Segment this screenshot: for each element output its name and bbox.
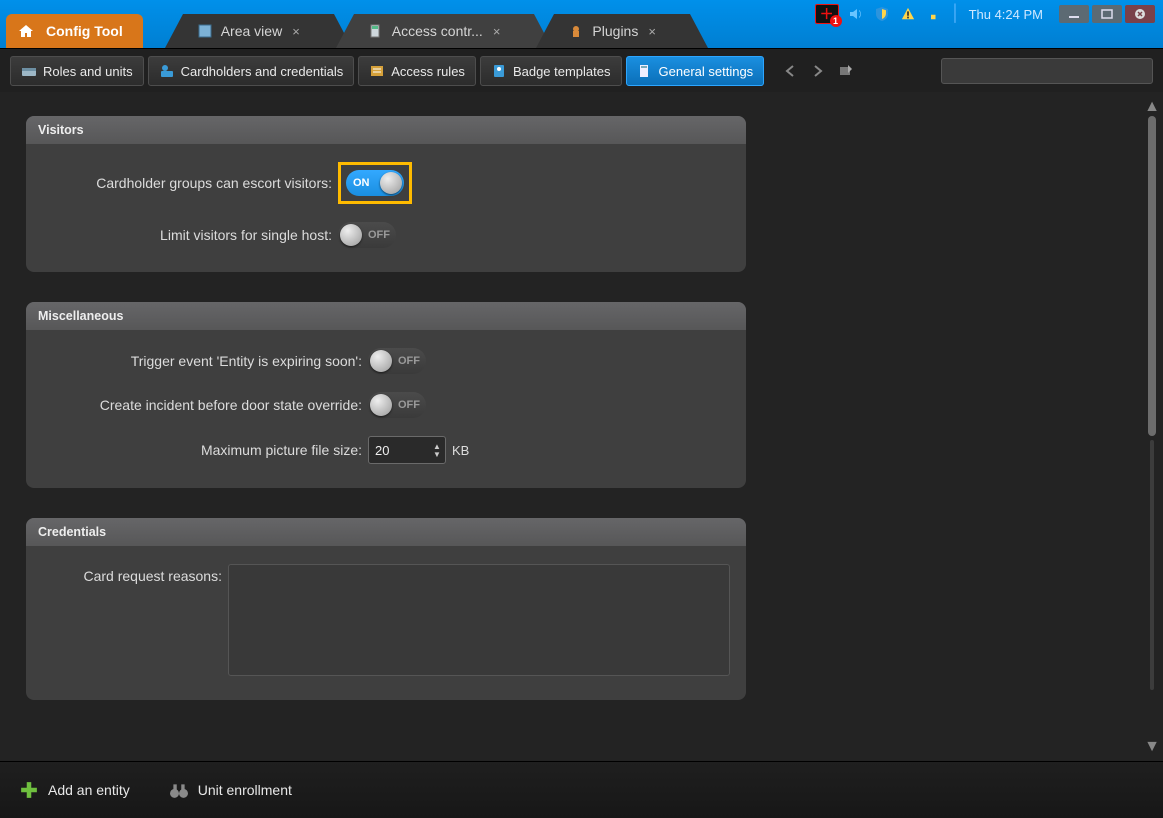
access-rules-icon xyxy=(369,63,385,79)
toolbar-label: Access rules xyxy=(391,64,465,79)
button-label: Unit enrollment xyxy=(198,782,292,798)
input-max-picture-size[interactable]: 20 ▲▼ xyxy=(368,436,446,464)
toggle-trigger-expiring[interactable]: OFF xyxy=(368,348,426,374)
panel-visitors: Visitors Cardholder groups can escort vi… xyxy=(26,116,746,272)
scrollbar[interactable]: ▲ ▼ xyxy=(1145,100,1159,754)
toolbar-roles-and-units[interactable]: Roles and units xyxy=(10,56,144,86)
label-trigger-expiring: Trigger event 'Entity is expiring soon': xyxy=(42,353,362,369)
tab-label: Area view xyxy=(221,23,282,39)
content-area: Visitors Cardholder groups can escort vi… xyxy=(0,92,1163,762)
notification-icon[interactable]: ＋ 1 xyxy=(815,4,839,24)
label-card-request-reasons: Card request reasons: xyxy=(42,568,222,584)
separator: │ xyxy=(951,5,961,23)
close-icon[interactable]: × xyxy=(493,24,501,39)
nav-forward-button[interactable] xyxy=(808,61,828,81)
toggle-create-incident[interactable]: OFF xyxy=(368,392,426,418)
badge-icon xyxy=(491,63,507,79)
area-view-icon xyxy=(197,23,213,39)
section-toolbar: Roles and units Cardholders and credenti… xyxy=(0,48,1163,94)
toggle-state-label: OFF xyxy=(398,355,420,367)
nav-back-button[interactable] xyxy=(780,61,800,81)
toggle-state-label: OFF xyxy=(398,399,420,411)
panel-credentials: Credentials Card request reasons: xyxy=(26,518,746,700)
close-icon[interactable]: × xyxy=(292,24,300,39)
panel-title: Visitors xyxy=(26,116,746,144)
button-label: Add an entity xyxy=(48,782,130,798)
bottom-bar: Add an entity Unit enrollment xyxy=(0,761,1163,818)
toolbar-general-settings[interactable]: General settings xyxy=(626,56,765,86)
warning-icon[interactable] xyxy=(899,5,917,23)
highlight-box: ON xyxy=(338,162,412,204)
notification-badge: 1 xyxy=(830,15,842,27)
listbox-card-request-reasons[interactable] xyxy=(228,564,730,676)
battery-indicator-icon xyxy=(925,5,943,23)
input-value: 20 xyxy=(375,443,389,458)
unit-enrollment-button[interactable]: Unit enrollment xyxy=(170,781,292,799)
volume-icon[interactable] xyxy=(847,5,865,23)
cardholders-icon xyxy=(159,63,175,79)
toggle-knob xyxy=(380,172,402,194)
tab-config-tool[interactable]: Config Tool xyxy=(6,14,143,48)
scroll-up-icon[interactable]: ▲ xyxy=(1145,100,1159,114)
binoculars-icon xyxy=(170,781,188,799)
plus-icon xyxy=(20,781,38,799)
label-max-picture-size: Maximum picture file size: xyxy=(42,442,362,458)
add-entity-button[interactable]: Add an entity xyxy=(20,781,130,799)
tab-label: Access contr... xyxy=(392,23,483,39)
toggle-knob xyxy=(370,350,392,372)
system-title-bar: Config Tool Area view × Access contr... … xyxy=(0,0,1163,48)
toolbar-label: Badge templates xyxy=(513,64,611,79)
tab-access-control[interactable]: Access contr... × xyxy=(354,14,535,48)
scroll-down-icon[interactable]: ▼ xyxy=(1145,740,1159,754)
toolbar-badge-templates[interactable]: Badge templates xyxy=(480,56,622,86)
clock: Thu 4:24 PM xyxy=(969,7,1043,22)
maximize-button[interactable] xyxy=(1092,5,1122,23)
tab-label: Plugins xyxy=(592,23,638,39)
tab-area-view[interactable]: Area view × xyxy=(183,14,334,48)
toggle-escort-visitors[interactable]: ON xyxy=(346,170,404,196)
tab-plugins[interactable]: Plugins × xyxy=(554,14,690,48)
spinner-arrows[interactable]: ▲▼ xyxy=(431,439,443,461)
scroll-track-bg xyxy=(1150,440,1154,690)
system-tray: ＋ 1 │ Thu 4:24 PM xyxy=(815,0,1163,24)
nav-extra-button[interactable] xyxy=(836,61,856,81)
toolbar-label: General settings xyxy=(659,64,754,79)
panel-title: Miscellaneous xyxy=(26,302,746,330)
shield-icon[interactable] xyxy=(873,5,891,23)
home-icon xyxy=(18,23,34,39)
label-limit-visitors: Limit visitors for single host: xyxy=(42,227,332,243)
close-icon[interactable]: × xyxy=(648,24,656,39)
minimize-button[interactable] xyxy=(1059,5,1089,23)
toolbar-label: Cardholders and credentials xyxy=(181,64,344,79)
tab-row: Config Tool Area view × Access contr... … xyxy=(6,14,692,48)
plugins-icon xyxy=(568,23,584,39)
toggle-state-label: ON xyxy=(353,177,370,189)
label-escort-visitors: Cardholder groups can escort visitors: xyxy=(42,175,332,191)
toggle-knob xyxy=(340,224,362,246)
search-input[interactable] xyxy=(941,58,1153,84)
window-close-button[interactable] xyxy=(1125,5,1155,23)
toggle-limit-visitors[interactable]: OFF xyxy=(338,222,396,248)
panel-miscellaneous: Miscellaneous Trigger event 'Entity is e… xyxy=(26,302,746,488)
toggle-state-label: OFF xyxy=(368,229,390,241)
unit-label: KB xyxy=(452,443,469,458)
tab-label: Config Tool xyxy=(46,23,123,39)
toolbar-label: Roles and units xyxy=(43,64,133,79)
roles-icon xyxy=(21,63,37,79)
toolbar-cardholders[interactable]: Cardholders and credentials xyxy=(148,56,355,86)
settings-list-icon xyxy=(637,63,653,79)
panel-title: Credentials xyxy=(26,518,746,546)
toolbar-access-rules[interactable]: Access rules xyxy=(358,56,476,86)
toggle-knob xyxy=(370,394,392,416)
label-create-incident: Create incident before door state overri… xyxy=(42,397,362,413)
scroll-thumb[interactable] xyxy=(1148,116,1156,436)
access-control-icon xyxy=(368,23,384,39)
